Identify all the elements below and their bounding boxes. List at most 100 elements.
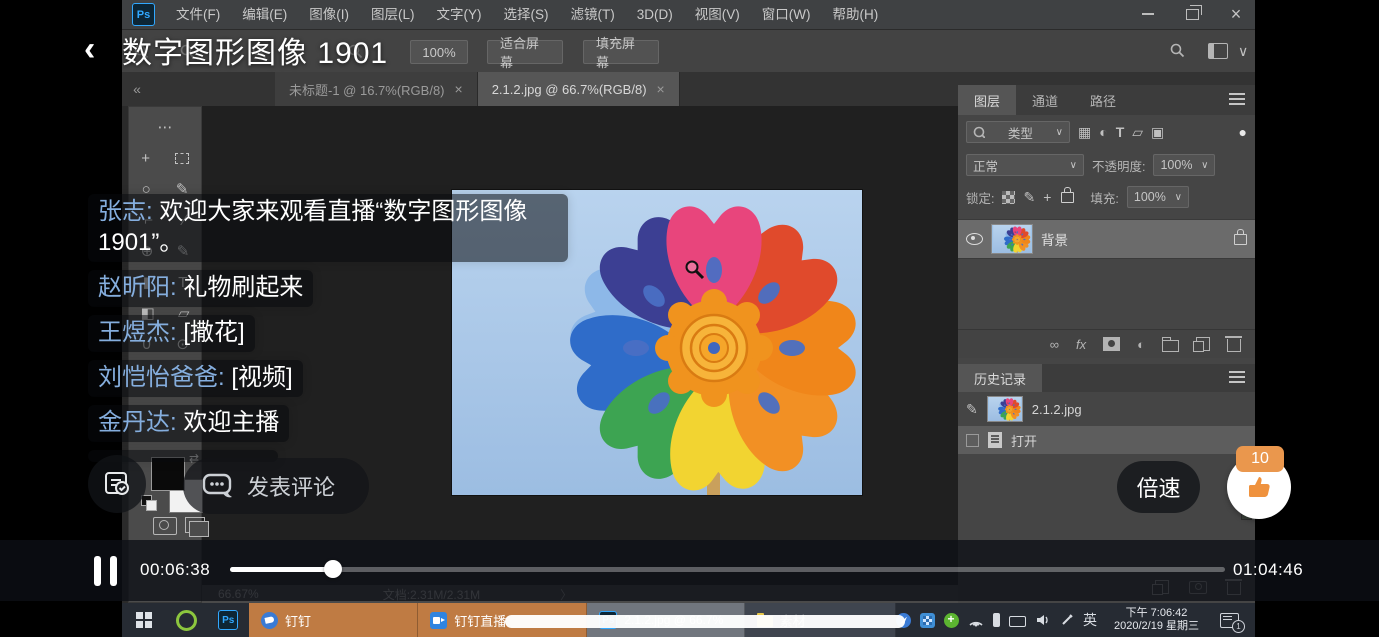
security-tray-icon[interactable]: [944, 613, 959, 628]
chat-message: 刘恺怡爸爸: [视频]: [88, 360, 303, 397]
home-indicator[interactable]: [505, 615, 905, 628]
filter-shape-icon[interactable]: ▱: [1132, 124, 1143, 141]
filter-toggle-icon[interactable]: ●: [1239, 124, 1247, 140]
comment-button[interactable]: 发表评论: [183, 458, 369, 514]
lock-pixels-icon[interactable]: ✎: [1023, 189, 1035, 206]
menu-filter[interactable]: 滤镜(T): [560, 0, 626, 30]
network-icon[interactable]: [968, 613, 984, 627]
screen-mode-icon[interactable]: [185, 517, 205, 533]
history-checkbox[interactable]: [966, 434, 979, 447]
ellipsis-icon[interactable]: ⋯: [158, 118, 173, 136]
opacity-select[interactable]: 100% ∨: [1153, 154, 1215, 176]
tab-close-icon[interactable]: ×: [455, 81, 463, 97]
filter-smartobject-icon[interactable]: ▣: [1151, 124, 1164, 141]
marquee-tool-icon[interactable]: [175, 153, 189, 164]
taskbar-clock[interactable]: 下午 7:06:42 2020/2/19 星期三: [1106, 607, 1207, 633]
player-control-bar: 00:06:38 01:04:46: [0, 540, 1379, 601]
tab-close-icon[interactable]: ×: [657, 81, 665, 97]
delete-layer-icon[interactable]: [1227, 339, 1241, 352]
menu-window[interactable]: 窗口(W): [751, 0, 822, 30]
browser-360-icon[interactable]: [172, 603, 202, 637]
adjustment-layer-icon[interactable]: ◐: [1137, 337, 1145, 352]
start-button-icon[interactable]: [136, 612, 152, 628]
layer-filter-select[interactable]: 类型 ∨: [966, 121, 1070, 143]
tab-history[interactable]: 历史记录: [958, 364, 1042, 392]
chat-text: 礼物刷起来: [183, 274, 303, 301]
document-tab-untitled[interactable]: 未标题-1 @ 16.7%(RGB/8) ×: [275, 72, 478, 106]
menu-select[interactable]: 选择(S): [493, 0, 560, 30]
move-tool-icon[interactable]: +: [141, 150, 150, 167]
layer-filter-row: 类型 ∨ ▦ ◐ T ▱ ▣ ●: [958, 115, 1255, 149]
window-close-icon[interactable]: ×: [1223, 4, 1249, 24]
progress-track[interactable]: [230, 567, 1225, 572]
fit-screen-button[interactable]: 适合屏幕: [487, 40, 563, 64]
layer-visibility-icon[interactable]: [966, 233, 983, 245]
window-minimize-icon[interactable]: [1135, 4, 1161, 24]
layer-thumbnail: [991, 224, 1033, 254]
add-mask-icon[interactable]: [1103, 337, 1120, 351]
taskbar-dingtalk[interactable]: 钉钉: [249, 603, 418, 637]
history-entry-open[interactable]: 打开: [958, 426, 1255, 454]
blend-mode-row: 正常 ∨ 不透明度: 100% ∨: [958, 149, 1255, 181]
collapse-panel-icon[interactable]: «: [122, 72, 152, 106]
history-brush-source-icon[interactable]: ✎: [966, 401, 978, 418]
filter-type-icon[interactable]: T: [1116, 124, 1125, 140]
foreground-color-swatch[interactable]: [151, 457, 185, 491]
pen-device-icon[interactable]: [1060, 613, 1074, 627]
workspace-chevron-icon[interactable]: ∨: [1238, 43, 1248, 60]
menu-help[interactable]: 帮助(H): [821, 0, 889, 30]
tab-channels[interactable]: 通道: [1016, 85, 1074, 115]
lock-all-icon[interactable]: [1061, 192, 1074, 203]
photoshop-taskbar-icon[interactable]: Ps: [213, 603, 243, 637]
search-icon[interactable]: [1170, 43, 1185, 58]
menu-image[interactable]: 图像(I): [298, 0, 360, 30]
filter-adjustment-icon[interactable]: ◐: [1099, 124, 1107, 140]
layer-style-icon[interactable]: fx: [1076, 337, 1086, 352]
menu-type[interactable]: 文字(Y): [426, 0, 493, 30]
chat-username: 赵昕阳:: [98, 274, 177, 301]
layer-row-background[interactable]: 背景: [958, 219, 1255, 259]
tab-layers[interactable]: 图层: [958, 85, 1016, 115]
fill-select[interactable]: 100% ∨: [1127, 186, 1189, 208]
layers-panel-tabs: 图层 通道 路径: [958, 85, 1255, 115]
menu-view[interactable]: 视图(V): [684, 0, 751, 30]
menu-3d[interactable]: 3D(D): [626, 0, 684, 30]
menu-layer[interactable]: 图层(L): [360, 0, 426, 30]
history-menu-icon[interactable]: [1229, 371, 1245, 373]
tab-paths[interactable]: 路径: [1074, 85, 1132, 115]
workspace-icon[interactable]: [1208, 43, 1228, 59]
menu-file[interactable]: 文件(F): [165, 0, 231, 30]
quick-mask-icon[interactable]: [153, 517, 177, 535]
window-restore-icon[interactable]: [1179, 4, 1205, 24]
lock-position-icon[interactable]: +: [1043, 189, 1051, 205]
filter-pixel-icon[interactable]: ▦: [1078, 124, 1091, 141]
back-button[interactable]: ‹: [84, 32, 95, 66]
history-entry-file[interactable]: ✎ 2.1.2.jpg: [958, 392, 1255, 426]
new-group-icon[interactable]: [1162, 340, 1179, 352]
link-layers-icon[interactable]: ∞: [1050, 337, 1059, 352]
chat-username: 张志:: [98, 198, 153, 225]
clock-date: 2020/2/19 星期三: [1114, 620, 1199, 633]
panel-menu-icon[interactable]: [1229, 93, 1245, 95]
new-layer-icon[interactable]: [1196, 337, 1210, 351]
menu-edit[interactable]: 编辑(E): [231, 0, 298, 30]
playback-speed-button[interactable]: 倍速: [1117, 461, 1200, 513]
chat-message: 王煜杰: [撒花]: [88, 315, 255, 352]
volume-icon[interactable]: [1035, 613, 1051, 627]
system-tray: 英 下午 7:06:42 2020/2/19 星期三 1: [896, 607, 1255, 633]
document-tab-212jpg[interactable]: 2.1.2.jpg @ 66.7%(RGB/8) ×: [478, 72, 680, 106]
ime-indicator[interactable]: 英: [1083, 612, 1097, 628]
notification-badge: 1: [1232, 620, 1245, 633]
display-device-icon[interactable]: [1009, 616, 1026, 627]
notification-center-icon[interactable]: 1: [1220, 613, 1239, 628]
blend-mode-select[interactable]: 正常 ∨: [966, 154, 1084, 176]
zoom-100-button[interactable]: 100%: [410, 40, 468, 64]
progress-knob[interactable]: [324, 560, 342, 578]
checkin-button[interactable]: [88, 455, 146, 513]
app-tray-icon[interactable]: [920, 613, 935, 628]
lock-transparent-icon[interactable]: [1002, 191, 1015, 204]
fill-screen-button[interactable]: 填充屏幕: [583, 40, 659, 64]
layer-name: 背景: [1041, 229, 1068, 249]
photoshop-logo-icon: Ps: [132, 3, 155, 26]
usb-icon[interactable]: [993, 613, 1000, 627]
